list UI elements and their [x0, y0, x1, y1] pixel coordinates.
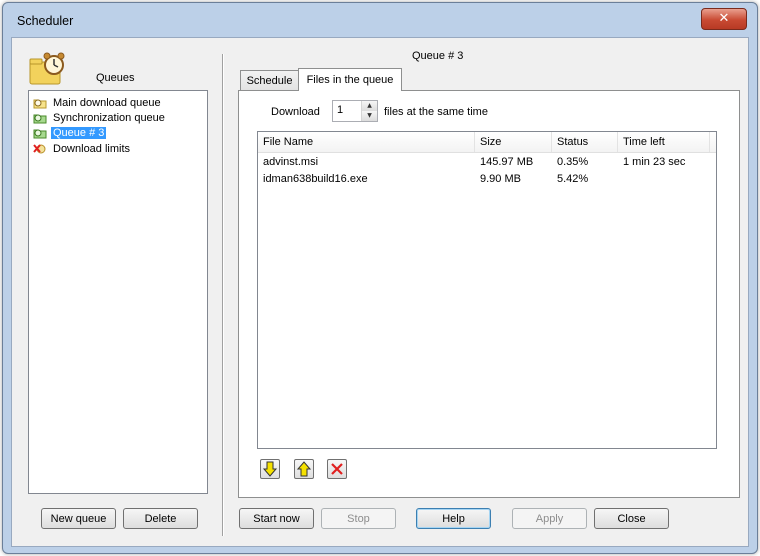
folder-clock-icon — [33, 99, 47, 108]
file-name-cell: idman638build16.exe — [263, 173, 368, 185]
queues-label: Queues — [96, 72, 135, 84]
tree-item-download-limits[interactable]: Download limits — [33, 141, 132, 156]
limits-x-icon — [33, 143, 46, 153]
tree-item-label: Synchronization queue — [53, 111, 165, 124]
help-button[interactable]: Help — [416, 508, 491, 529]
tree-item-label: Download limits — [53, 142, 131, 155]
stop-label: Stop — [347, 513, 370, 525]
file-status-cell: 5.42% — [557, 173, 589, 185]
concurrent-downloads-value[interactable]: 1 — [337, 104, 343, 116]
tab-files-in-the-queue[interactable]: Files in the queue — [298, 68, 402, 91]
tab-schedule[interactable]: Schedule — [240, 70, 299, 90]
file-status-cell: 0.35% — [557, 156, 589, 168]
start-now-button[interactable]: Start now — [239, 508, 314, 529]
file-time-left-cell: 1 min 23 sec — [623, 156, 686, 168]
queues-tree[interactable]: Main download queue Synchronization queu… — [28, 90, 208, 494]
new-queue-label: New queue — [50, 513, 107, 525]
file-row[interactable]: idman638build16.exe 9.90 MB 5.42% — [258, 171, 716, 188]
delete-queue-button[interactable]: Delete — [123, 508, 198, 529]
spinner-down-icon[interactable]: ▼ — [362, 111, 377, 121]
move-down-button[interactable] — [260, 459, 280, 479]
move-down-arrow-icon — [262, 461, 278, 477]
files-at-same-time-label: files at the same time — [384, 106, 488, 118]
window-title: Scheduler — [17, 14, 74, 28]
tab-label: Schedule — [246, 75, 293, 87]
close-button[interactable]: Close — [594, 508, 669, 529]
remove-file-button[interactable] — [327, 459, 347, 479]
column-header-file-name[interactable]: File Name — [258, 132, 475, 152]
tree-item-main-download-queue[interactable]: Main download queue — [33, 95, 163, 110]
start-now-label: Start now — [253, 513, 300, 525]
tree-item-label: Main download queue — [53, 96, 161, 109]
alarm-clock-icon — [29, 52, 65, 85]
dialog-client-area: Queues Main download queue Synchronizati… — [11, 37, 749, 547]
move-up-button[interactable] — [294, 459, 314, 479]
close-label: Close — [617, 513, 646, 525]
apply-label: Apply — [535, 513, 564, 525]
spinner-buttons: ▲ ▼ — [361, 101, 377, 121]
file-name-cell: advinst.msi — [263, 156, 319, 168]
sync-clock-icon — [33, 114, 47, 123]
help-label: Help — [442, 513, 465, 525]
queue-title: Queue # 3 — [412, 50, 464, 62]
column-header-time-left[interactable]: Time left — [618, 132, 710, 152]
scheduler-window: Scheduler ✕ Queues Main download queue S… — [2, 2, 758, 554]
column-header-status[interactable]: Status — [552, 132, 618, 152]
file-size-cell: 9.90 MB — [480, 173, 521, 185]
concurrent-downloads-spinner[interactable]: 1 ▲ ▼ — [332, 100, 378, 122]
tree-item-queue-3[interactable]: Queue # 3 — [33, 125, 107, 140]
files-list-header: File Name Size Status Time left — [258, 132, 716, 153]
tab-label: Files in the queue — [306, 74, 394, 86]
stop-button[interactable]: Stop — [321, 508, 396, 529]
close-window-button[interactable]: ✕ — [701, 8, 747, 30]
remove-x-icon — [331, 463, 343, 475]
tree-item-synchronization-queue[interactable]: Synchronization queue — [33, 110, 167, 125]
queue-clock-icon — [33, 129, 47, 138]
column-header-size[interactable]: Size — [475, 132, 552, 152]
files-tab-panel: Download 1 ▲ ▼ files at the same time Fi… — [238, 90, 740, 498]
file-row[interactable]: advinst.msi 145.97 MB 0.35% 1 min 23 sec — [258, 154, 716, 171]
download-label: Download — [271, 106, 320, 118]
delete-label: Delete — [144, 513, 177, 525]
panel-divider — [222, 54, 223, 536]
apply-button[interactable]: Apply — [512, 508, 587, 529]
move-up-arrow-icon — [296, 461, 312, 477]
new-queue-button[interactable]: New queue — [41, 508, 116, 529]
file-size-cell: 145.97 MB — [480, 156, 534, 168]
files-list[interactable]: File Name Size Status Time left advinst.… — [257, 131, 717, 449]
tree-item-label: Queue # 3 — [51, 126, 107, 139]
title-bar[interactable]: Scheduler ✕ — [3, 3, 757, 37]
